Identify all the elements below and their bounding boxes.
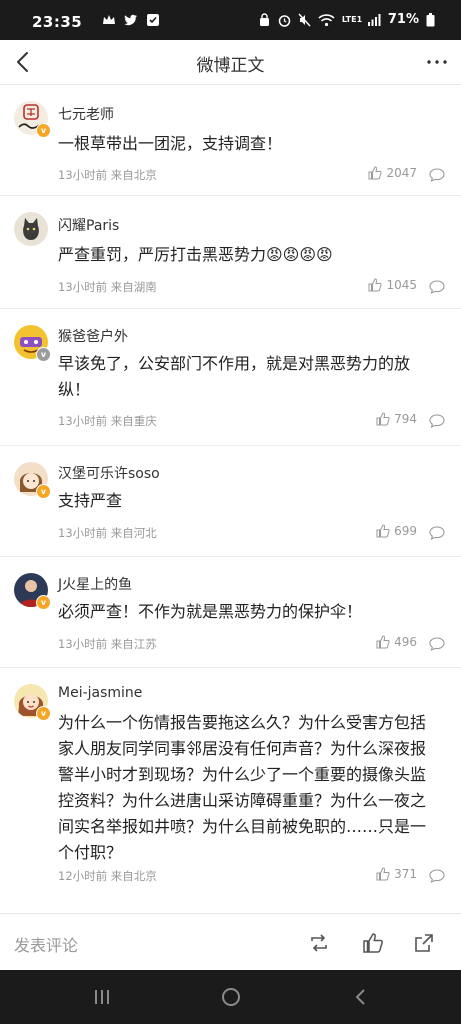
bottom-action-bar: 发表评论: [0, 913, 461, 971]
reply-icon[interactable]: [429, 167, 445, 182]
home-icon[interactable]: [221, 987, 241, 1007]
comment-username[interactable]: J火星上的鱼: [58, 574, 132, 594]
like-button[interactable]: 496: [376, 635, 417, 649]
avatar[interactable]: v: [14, 101, 51, 138]
like-button[interactable]: 1045: [368, 278, 417, 292]
comment-meta: 13小时前 来自重庆: [58, 414, 157, 428]
comment-text: 一根草带出一团泥，支持调查！: [58, 134, 283, 153]
comment-input[interactable]: 发表评论: [14, 932, 78, 956]
verified-badge-icon: v: [36, 347, 51, 362]
comment-username[interactable]: Mei-jasmine: [58, 685, 142, 701]
more-options-icon[interactable]: [425, 50, 449, 74]
avatar[interactable]: v: [14, 462, 51, 499]
comment-list: v 七元老师 一根草带出一团泥，支持调查！ 13小时前 来自北京 2047 闪耀…: [0, 85, 461, 912]
verified-badge-icon: v: [36, 706, 51, 721]
twitter-icon: [124, 12, 138, 26]
page-header: 微博正文: [0, 40, 461, 85]
avatar[interactable]: v: [14, 325, 51, 362]
like-button[interactable]: 699: [376, 524, 417, 538]
reply-icon[interactable]: [429, 868, 445, 883]
comment-meta: 12小时前 来自北京: [58, 869, 157, 883]
wifi-icon: [318, 13, 335, 27]
comment-username[interactable]: 猴爸爸户外: [58, 326, 128, 346]
like-button[interactable]: 2047: [368, 166, 417, 180]
comment-item: v 汉堡可乐许soso 支持严查 13小时前 来自河北 699: [0, 446, 461, 557]
thumbs-up-icon: [376, 524, 390, 538]
status-bar: 23:35 LTE1 71%: [0, 0, 461, 40]
comment-text: 支持严查: [58, 491, 123, 510]
system-nav-bar: [0, 970, 461, 1024]
comment-meta: 13小时前 来自北京: [58, 168, 157, 182]
comment-meta: 13小时前 来自河北: [58, 526, 157, 540]
comment-item: v Mei-jasmine 为什么一个伤情报告要拖这么久？为什么受害方包括家人朋…: [0, 668, 461, 912]
page-title: 微博正文: [196, 56, 265, 76]
comment-item: 闪耀Paris 严查重罚，严厉打击黑恶势力😡😡😡😡 13小时前 来自湖南 104…: [0, 196, 461, 309]
reply-icon[interactable]: [429, 525, 445, 540]
reply-icon[interactable]: [429, 413, 445, 428]
reply-icon[interactable]: [429, 636, 445, 651]
back-nav-icon[interactable]: [351, 987, 371, 1007]
avatar-cat-icon: [23, 218, 39, 240]
avatar[interactable]: [14, 212, 48, 246]
battery-icon: [426, 12, 435, 27]
comment-item: v 猴爸爸户外 早该免了，公安部门不作用，就是对黑恶势力的放纵！ 13小时前 来…: [0, 309, 461, 446]
comment-username[interactable]: 七元老师: [58, 104, 114, 124]
like-button[interactable]: 794: [376, 412, 417, 426]
avatar[interactable]: v: [14, 684, 51, 721]
avatar[interactable]: v: [14, 573, 51, 610]
notification-icons: [102, 12, 160, 26]
checkbox-notification-icon: [146, 12, 160, 26]
repost-icon[interactable]: [308, 932, 330, 954]
battery-percent: 71%: [387, 12, 419, 27]
share-icon[interactable]: [413, 932, 435, 954]
like-post-icon[interactable]: [362, 932, 384, 954]
reply-icon[interactable]: [429, 279, 445, 294]
comment-meta: 13小时前 来自江苏: [58, 637, 157, 651]
like-count: 496: [394, 635, 417, 649]
comment-text: 必须严查！不作为就是黑恶势力的保护伞！: [58, 602, 363, 621]
thumbs-up-icon: [376, 635, 390, 649]
signal-icon: [367, 13, 381, 27]
comment-meta: 13小时前 来自湖南: [58, 280, 157, 294]
status-time: 23:35: [32, 13, 83, 31]
system-status-icons: LTE1 71%: [258, 12, 435, 27]
comment-item: v 七元老师 一根草带出一团泥，支持调查！ 13小时前 来自北京 2047: [0, 85, 461, 196]
comment-text: 早该免了，公安部门不作用，就是对黑恶势力的放纵！: [58, 354, 411, 399]
mute-icon: [298, 13, 311, 27]
comment-item: v J火星上的鱼 必须严查！不作为就是黑恶势力的保护伞！ 13小时前 来自江苏 …: [0, 557, 461, 668]
alarm-lock-icon: [258, 12, 271, 27]
verified-badge-icon: v: [36, 484, 51, 499]
thumbs-up-icon: [368, 278, 383, 292]
comment-username[interactable]: 汉堡可乐许soso: [58, 463, 160, 483]
comment-text: 为什么一个伤情报告要拖这么久？为什么受害方包括家人朋友同学同事邻居没有任何声音？…: [58, 713, 427, 862]
like-count: 2047: [386, 166, 417, 180]
network-label: LTE1: [341, 15, 363, 24]
recent-apps-icon[interactable]: [92, 987, 112, 1007]
alarm-icon: [278, 13, 291, 27]
thumbs-up-icon: [368, 166, 383, 180]
thumbs-up-icon: [376, 867, 390, 881]
comment-username[interactable]: 闪耀Paris: [58, 215, 119, 235]
comment-text: 严查重罚，严厉打击黑恶势力😡😡😡😡: [58, 245, 333, 264]
like-button[interactable]: 371: [376, 867, 417, 881]
like-count: 794: [394, 412, 417, 426]
like-count: 1045: [386, 278, 417, 292]
thumbs-up-icon: [376, 412, 390, 426]
crown-icon: [102, 12, 116, 26]
like-count: 371: [394, 867, 417, 881]
verified-badge-icon: v: [36, 595, 51, 610]
like-count: 699: [394, 524, 417, 538]
verified-badge-icon: v: [36, 123, 51, 138]
